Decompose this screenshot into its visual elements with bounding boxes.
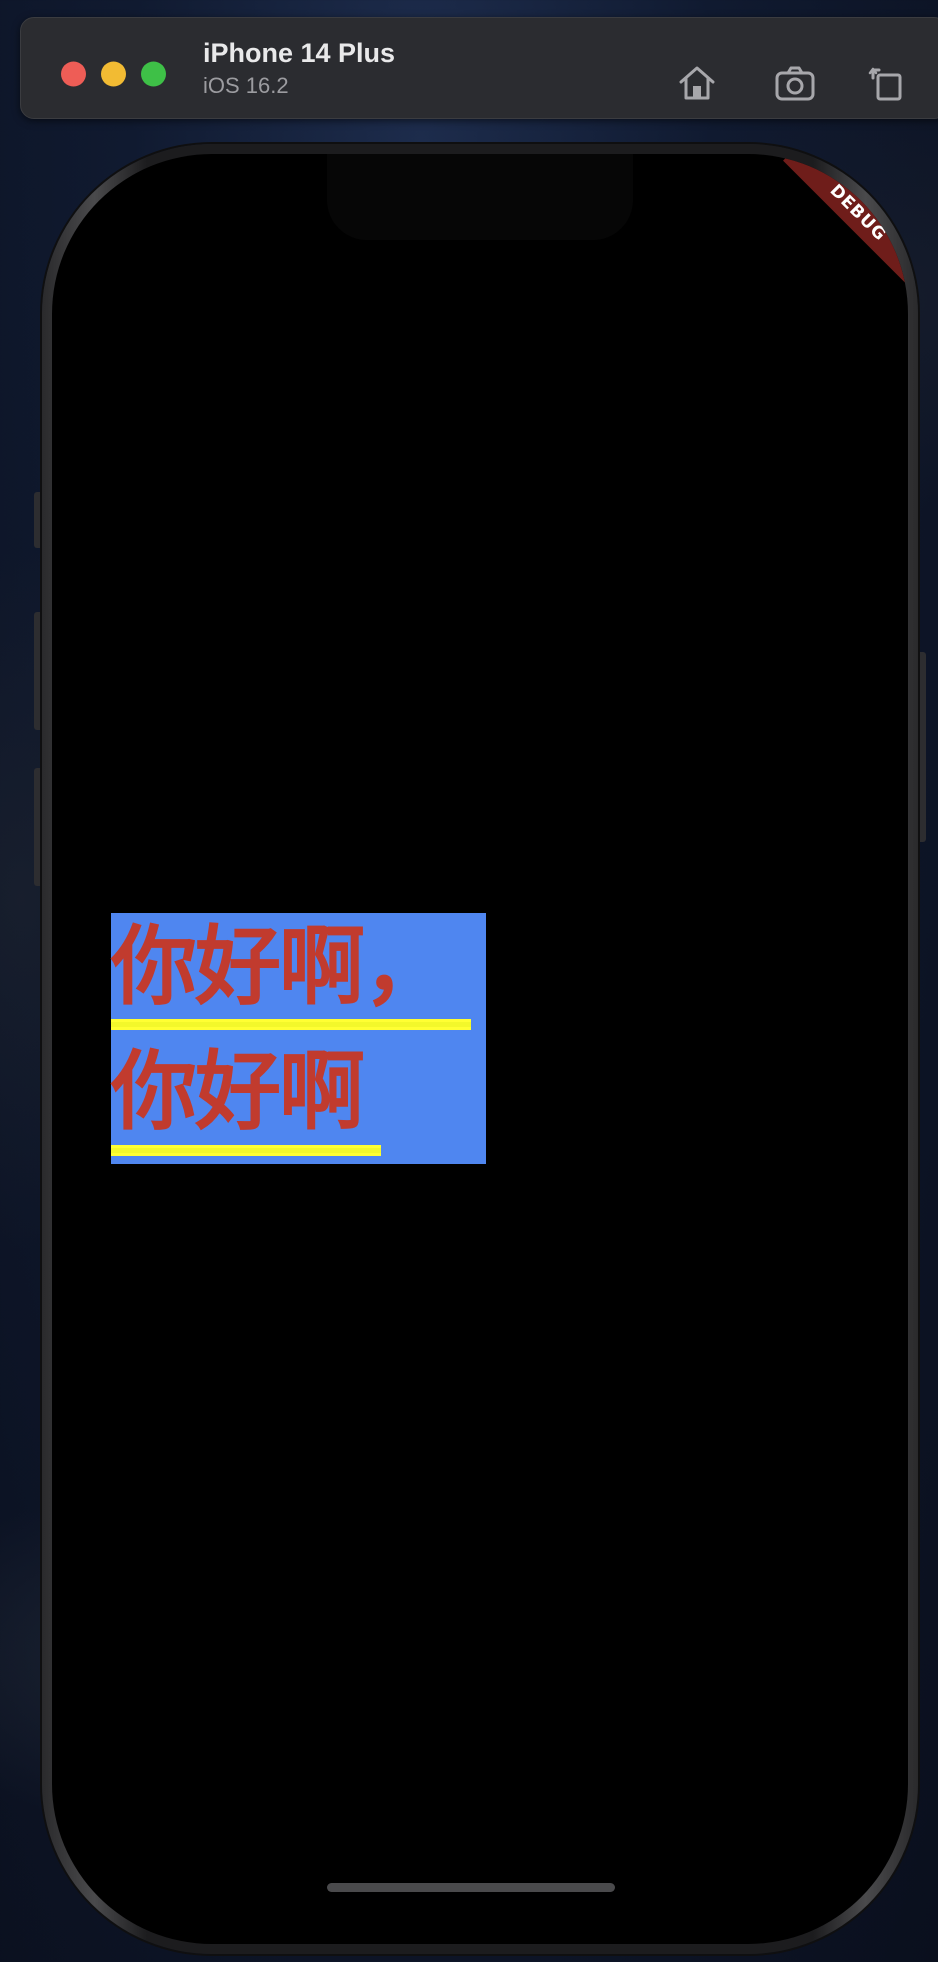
text-container: 你好啊， 你好啊 <box>111 913 486 1164</box>
phone-frame: DEBUG 你好啊， 你好啊 <box>42 144 918 1954</box>
greeting-line-2: 你好啊 <box>111 1042 365 1142</box>
close-window-button[interactable] <box>61 61 86 87</box>
device-name: iPhone 14 Plus <box>203 38 396 68</box>
minimize-window-button[interactable] <box>101 61 126 87</box>
text-underline-1 <box>111 1019 471 1030</box>
home-indicator[interactable] <box>327 1883 615 1892</box>
zoom-window-button[interactable] <box>141 61 166 87</box>
home-icon[interactable] <box>676 62 718 104</box>
simulator-title-bar: iPhone 14 Plus iOS 16.2 <box>20 17 938 119</box>
greeting-line-1: 你好啊， <box>111 917 449 1017</box>
screenshot-icon[interactable] <box>774 62 816 104</box>
phone-screen: DEBUG 你好啊， 你好啊 <box>52 154 908 1944</box>
os-version: iOS 16.2 <box>203 73 289 98</box>
dynamic-notch <box>327 154 633 240</box>
text-underline-2 <box>111 1145 381 1156</box>
rotate-icon[interactable] <box>866 62 908 104</box>
